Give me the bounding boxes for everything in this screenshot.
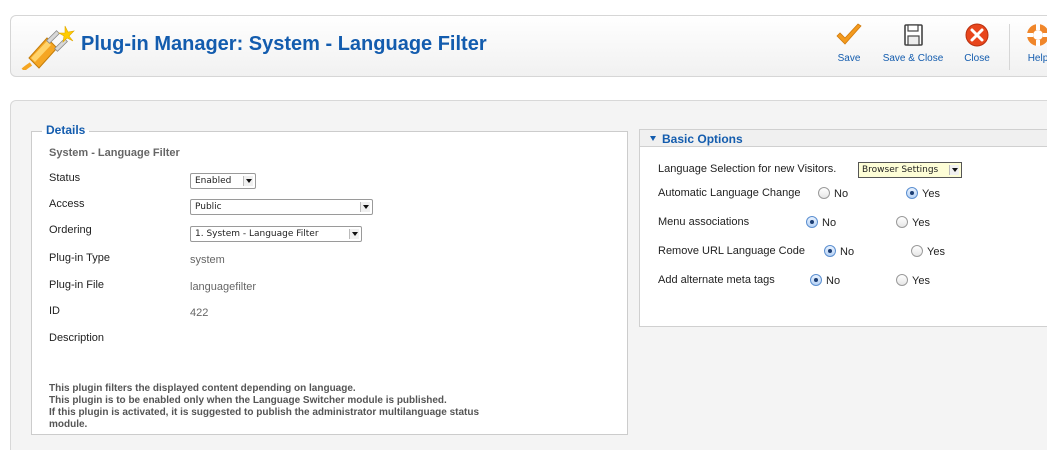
language-selection-label: Language Selection for new Visitors. xyxy=(658,163,837,175)
description-line: This plugin is to be enabled only when t… xyxy=(49,395,447,406)
radio-label: No xyxy=(822,217,837,229)
lifebuoy-icon xyxy=(1027,24,1047,46)
alt-meta-no-radio[interactable]: No xyxy=(810,274,840,287)
plugin-file-label: Plug-in File xyxy=(49,279,105,291)
radio-icon xyxy=(810,274,822,286)
toolbar-divider xyxy=(1009,24,1010,70)
main-panel: Details System - Language Filter Status … xyxy=(10,100,1047,450)
radio-label: Yes xyxy=(922,188,940,200)
save-close-button[interactable]: Save & Close xyxy=(873,22,953,74)
plugin-name: System - Language Filter xyxy=(49,147,180,159)
radio-icon xyxy=(818,187,830,199)
status-value: Enabled xyxy=(195,176,232,186)
remove-url-yes-radio[interactable]: Yes xyxy=(911,245,945,258)
radio-label: Yes xyxy=(927,246,945,258)
radio-icon xyxy=(806,216,818,228)
description-line: If this plugin is activated, it is sugge… xyxy=(49,407,480,418)
id-label: ID xyxy=(49,305,60,317)
plug-icon xyxy=(21,25,75,70)
auto-change-label: Automatic Language Change xyxy=(658,187,801,199)
radio-icon xyxy=(911,245,923,257)
id-value: 422 xyxy=(190,307,209,319)
language-selection-select[interactable]: Browser Settings xyxy=(858,162,962,178)
alt-meta-yes-radio[interactable]: Yes xyxy=(896,274,930,287)
details-fieldset: Details System - Language Filter Status … xyxy=(31,123,628,435)
radio-label: No xyxy=(826,275,841,287)
menu-assoc-yes-radio[interactable]: Yes xyxy=(896,216,930,229)
save-button[interactable]: Save xyxy=(827,22,871,74)
description-text: This plugin filters the displayed conten… xyxy=(49,383,609,431)
save-label: Save xyxy=(837,53,861,64)
radio-icon xyxy=(824,245,836,257)
radio-icon xyxy=(906,187,918,199)
toolbar-header: Plug-in Manager: System - Language Filte… xyxy=(10,15,1047,77)
auto-change-yes-radio[interactable]: Yes xyxy=(906,187,940,200)
remove-url-no-radio[interactable]: No xyxy=(824,245,854,258)
close-button[interactable]: Close xyxy=(955,22,999,74)
auto-change-no-radio[interactable]: No xyxy=(818,187,848,200)
basic-options-panel: Basic Options Language Selection for new… xyxy=(639,129,1047,327)
chevron-down-icon xyxy=(243,176,253,186)
remove-url-label: Remove URL Language Code xyxy=(658,245,805,257)
close-icon xyxy=(965,23,989,47)
access-value: Public xyxy=(195,202,222,212)
radio-icon xyxy=(896,274,908,286)
description-line: This plugin filters the displayed conten… xyxy=(49,383,356,394)
radio-label: No xyxy=(840,246,855,258)
save-close-label: Save & Close xyxy=(882,53,944,64)
menu-assoc-no-radio[interactable]: No xyxy=(806,216,836,229)
ordering-label: Ordering xyxy=(49,224,92,236)
chevron-down-icon xyxy=(360,202,370,212)
description-label: Description xyxy=(49,332,105,344)
help-label: Help xyxy=(1027,53,1047,64)
basic-options-title: Basic Options xyxy=(662,132,743,146)
radio-label: Yes xyxy=(912,217,930,229)
help-button[interactable]: Help xyxy=(1016,22,1047,74)
plugin-file-value: languagefilter xyxy=(190,281,257,293)
status-label: Status xyxy=(49,172,81,184)
status-select[interactable]: Enabled xyxy=(190,173,256,189)
plugin-type-value: system xyxy=(190,254,225,266)
chevron-down-icon xyxy=(349,229,359,239)
close-label: Close xyxy=(964,53,990,64)
language-selection-value: Browser Settings xyxy=(862,165,939,175)
ordering-select[interactable]: 1. System - Language Filter xyxy=(190,226,362,242)
expand-triangle-icon xyxy=(650,136,656,141)
basic-options-toggle[interactable]: Basic Options xyxy=(640,130,1047,147)
ordering-value: 1. System - Language Filter xyxy=(195,229,319,239)
alt-meta-label: Add alternate meta tags xyxy=(658,274,775,286)
chevron-down-icon xyxy=(949,165,959,175)
menu-assoc-label: Menu associations xyxy=(658,216,750,228)
radio-label: Yes xyxy=(912,275,930,287)
page-title: Plug-in Manager: System - Language Filte… xyxy=(81,33,487,55)
description-line: module. xyxy=(49,419,88,430)
radio-label: No xyxy=(834,188,849,200)
access-select[interactable]: Public xyxy=(190,199,373,215)
floppy-disk-icon xyxy=(904,24,923,46)
details-legend: Details xyxy=(42,123,90,137)
radio-icon xyxy=(896,216,908,228)
access-label: Access xyxy=(49,198,85,210)
plugin-type-label: Plug-in Type xyxy=(49,252,110,264)
checkmark-icon xyxy=(836,23,862,45)
